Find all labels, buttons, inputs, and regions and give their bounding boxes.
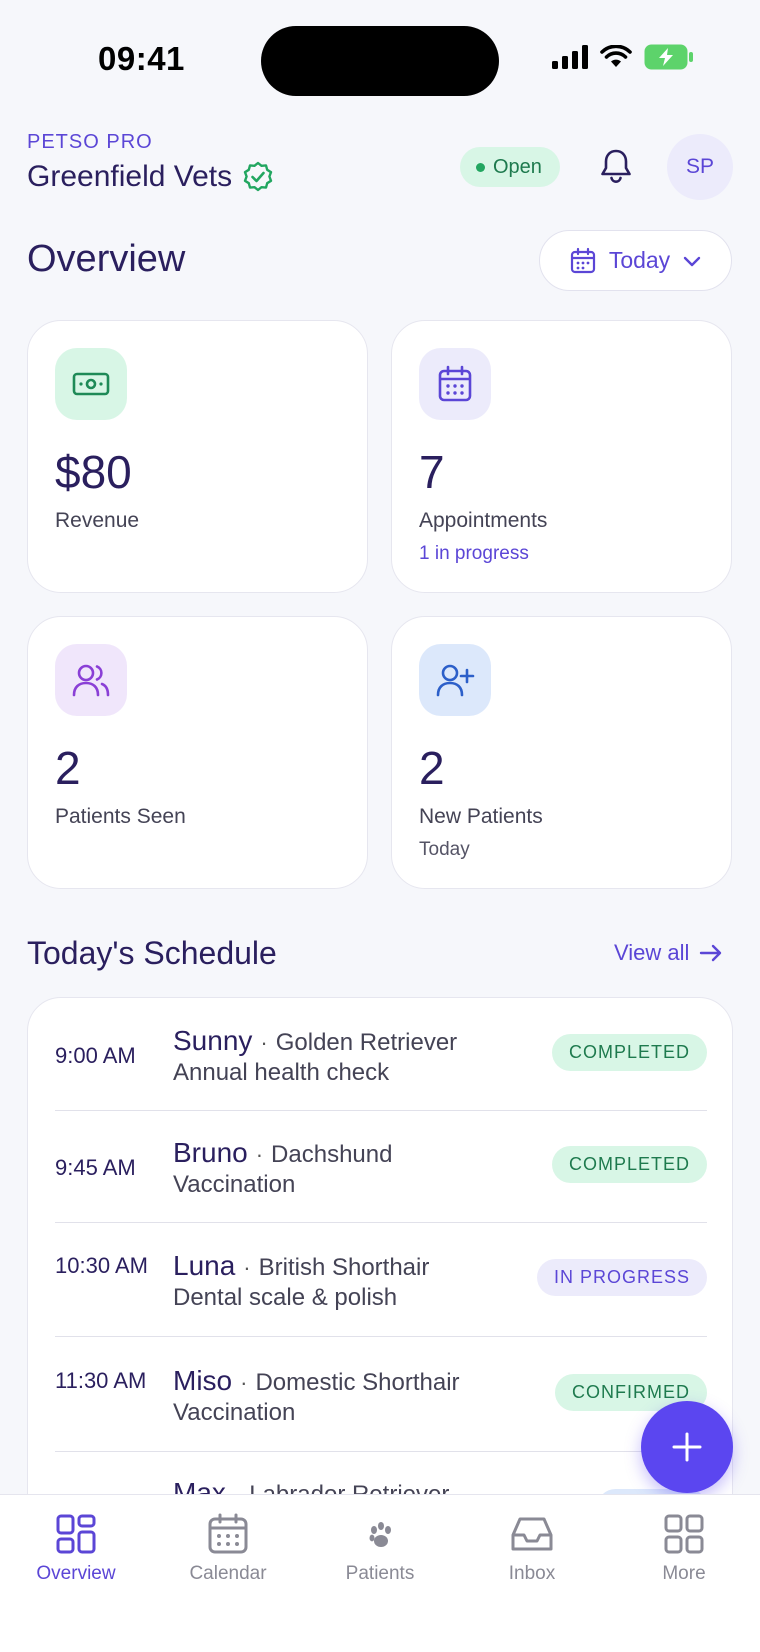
stat-value: 2 bbox=[55, 742, 81, 794]
status-icons bbox=[552, 44, 694, 70]
calendar-icon bbox=[419, 348, 491, 420]
appointment-reason: Vaccination bbox=[173, 1399, 296, 1426]
appointment-time: 11:30 AM bbox=[55, 1368, 147, 1393]
bottom-navigation: Overview Calendar Patients Inbox More bbox=[0, 1494, 760, 1652]
calendar-icon bbox=[570, 247, 595, 273]
stat-sub-label: 1 in progress bbox=[419, 543, 529, 564]
avatar-initials: SP bbox=[685, 155, 714, 178]
stat-label: New Patients bbox=[419, 805, 543, 828]
row-divider bbox=[55, 1336, 707, 1337]
schedule-row[interactable]: 9:00 AM Sunny · Golden Retriever Annual he… bbox=[55, 1025, 707, 1105]
pet-breed: British Shorthair bbox=[258, 1254, 430, 1281]
stat-label: Revenue bbox=[55, 509, 140, 532]
user-plus-icon bbox=[419, 644, 491, 716]
nav-label: Inbox bbox=[508, 1563, 556, 1584]
clinic-name: Greenfield Vets bbox=[27, 160, 233, 193]
appointment-details: Luna · British Shorthair Dental scale & po… bbox=[173, 1250, 430, 1311]
nav-item-calendar[interactable]: Calendar bbox=[152, 1513, 304, 1585]
nav-item-inbox[interactable]: Inbox bbox=[456, 1513, 608, 1585]
stat-label: Appointments bbox=[419, 509, 548, 532]
appointment-time: 10:30 AM bbox=[55, 1253, 148, 1278]
schedule-row[interactable]: 9:45 AM Bruno · Dachshund Vaccination COMP… bbox=[55, 1137, 707, 1217]
stat-value: 7 bbox=[419, 446, 445, 498]
screen: 09:41 PETSO PRO Greenfield Vets Open SP … bbox=[0, 0, 760, 1652]
row-divider bbox=[55, 1451, 707, 1452]
page-title: Overview bbox=[27, 238, 186, 280]
avatar[interactable]: SP bbox=[667, 134, 733, 200]
status-time: 09:41 bbox=[98, 40, 185, 77]
appointment-reason: Vaccination bbox=[173, 1171, 296, 1198]
appointment-details: Miso · Domestic Shorthair Vaccination bbox=[173, 1365, 460, 1426]
view-all-label: View all bbox=[614, 940, 690, 965]
add-appointment-button[interactable] bbox=[641, 1401, 733, 1493]
appointment-reason: Dental scale & polish bbox=[173, 1284, 398, 1311]
notifications-button[interactable] bbox=[596, 146, 636, 186]
nav-item-overview[interactable]: Overview bbox=[0, 1513, 152, 1585]
pet-breed: Golden Retriever bbox=[275, 1029, 458, 1056]
inbox-icon bbox=[511, 1517, 553, 1551]
stat-card-patients-seen[interactable]: 2 Patients Seen bbox=[27, 616, 368, 889]
schedule-list: 9:00 AM Sunny · Golden Retriever Annual he… bbox=[27, 997, 733, 1537]
status-bar: 09:41 bbox=[0, 0, 760, 120]
schedule-title: Today's Schedule bbox=[27, 935, 277, 971]
users-icon bbox=[55, 644, 127, 716]
battery-charging-icon bbox=[644, 44, 693, 70]
plus-icon bbox=[672, 1432, 702, 1462]
chevron-down-icon bbox=[683, 256, 701, 266]
pet-name: Miso bbox=[173, 1365, 233, 1396]
nav-label: Overview bbox=[36, 1563, 116, 1584]
pet-breed: Domestic Shorthair bbox=[255, 1369, 460, 1396]
nav-item-more[interactable]: More bbox=[608, 1513, 760, 1585]
date-filter-dropdown[interactable]: Today bbox=[539, 230, 732, 291]
paw-icon bbox=[369, 1522, 391, 1547]
status-badge: IN PROGRESS bbox=[536, 1259, 707, 1296]
stat-value: 2 bbox=[419, 742, 445, 794]
clinic-header[interactable]: Greenfield Vets bbox=[27, 160, 274, 194]
appointment-time: 9:45 AM bbox=[55, 1155, 136, 1180]
appointment-reason: Annual health check bbox=[173, 1059, 390, 1086]
row-divider bbox=[55, 1222, 707, 1223]
stat-card-appointments[interactable]: 7 Appointments 1 in progress bbox=[391, 320, 732, 593]
more-grid-icon bbox=[664, 1514, 704, 1554]
schedule-row[interactable]: 11:30 AM Miso · Domestic Shorthair Vaccina… bbox=[55, 1365, 707, 1445]
appointment-details: Sunny · Golden Retriever Annual health che… bbox=[173, 1025, 458, 1086]
view-all-link[interactable]: View all bbox=[614, 940, 723, 966]
nav-label: Patients bbox=[345, 1563, 415, 1584]
verified-badge-icon bbox=[243, 161, 273, 192]
appointment-time: 9:00 AM bbox=[55, 1043, 136, 1068]
pet-name: Sunny bbox=[173, 1025, 253, 1056]
stat-sub-label: Today bbox=[419, 839, 470, 860]
date-filter-label: Today bbox=[608, 247, 671, 273]
schedule-row[interactable]: 10:30 AM Luna · British Shorthair Dental s… bbox=[55, 1250, 707, 1330]
wifi-icon bbox=[600, 45, 632, 67]
stat-value: $80 bbox=[55, 446, 132, 498]
stat-card-new-patients[interactable]: 2 New Patients Today bbox=[391, 616, 732, 889]
brand-label: PETSO PRO bbox=[27, 131, 153, 153]
stat-card-revenue[interactable]: $80 Revenue bbox=[27, 320, 368, 593]
bell-icon bbox=[601, 149, 631, 183]
calendar-icon bbox=[208, 1513, 248, 1554]
pet-name: Bruno bbox=[173, 1137, 248, 1168]
clinic-status-badge: Open bbox=[460, 147, 560, 187]
clinic-status-label: Open bbox=[493, 155, 542, 178]
nav-item-patients[interactable]: Patients bbox=[304, 1513, 456, 1585]
cash-icon bbox=[55, 348, 127, 420]
status-dot bbox=[476, 162, 485, 172]
stat-label: Patients Seen bbox=[55, 805, 186, 828]
arrow-right-icon bbox=[700, 944, 722, 962]
row-divider bbox=[55, 1110, 707, 1111]
nav-label: Calendar bbox=[189, 1563, 267, 1584]
appointment-details: Bruno · Dachshund Vaccination bbox=[173, 1137, 393, 1198]
dynamic-island bbox=[261, 26, 499, 96]
pet-name: Luna bbox=[173, 1250, 236, 1281]
pet-breed: Dachshund bbox=[271, 1141, 393, 1168]
status-badge: COMPLETED bbox=[551, 1034, 707, 1071]
signal-icon bbox=[552, 45, 588, 69]
nav-label: More bbox=[662, 1563, 706, 1584]
grid-icon bbox=[56, 1514, 96, 1554]
status-badge: COMPLETED bbox=[551, 1146, 707, 1183]
